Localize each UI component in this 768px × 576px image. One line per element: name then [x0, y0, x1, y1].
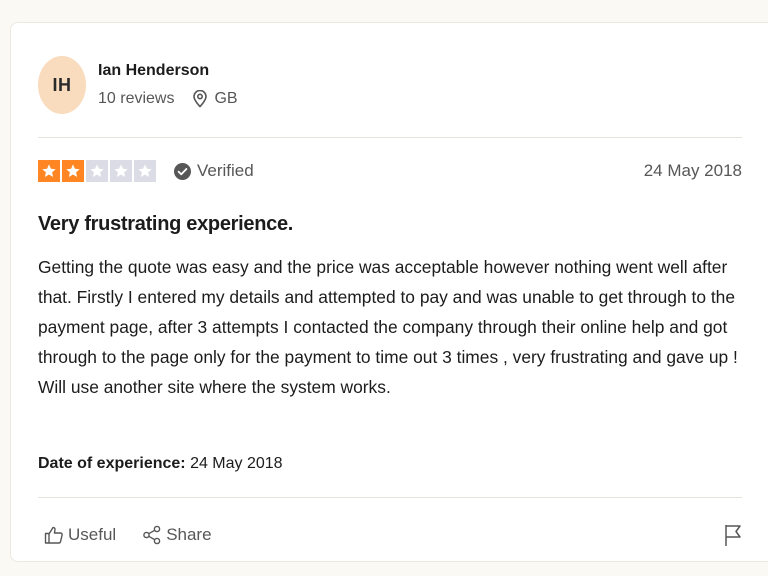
- share-icon: [142, 525, 162, 545]
- avatar[interactable]: IH: [38, 56, 86, 114]
- share-label: Share: [166, 525, 212, 544]
- location-pin-icon: [192, 90, 208, 108]
- star-rating: [38, 160, 156, 182]
- share-button[interactable]: Share: [142, 525, 212, 545]
- divider: [38, 497, 742, 498]
- review-title[interactable]: Very frustrating experience.: [38, 213, 293, 236]
- reviewer-info: Ian Henderson 10 reviews GB: [98, 62, 238, 108]
- reviewer-meta: 10 reviews GB: [98, 90, 238, 108]
- star-icon: [62, 160, 84, 182]
- review-actions: Useful Share: [44, 523, 742, 547]
- review-paragraph: Getting the quote was easy and the price…: [38, 257, 738, 367]
- review-date: 24 May 2018: [643, 161, 742, 180]
- star-icon: [38, 160, 60, 182]
- flag-icon[interactable]: [724, 523, 742, 547]
- reviews-count: 10 reviews: [98, 90, 175, 107]
- review-body: Getting the quote was easy and the price…: [38, 252, 748, 402]
- star-icon: [110, 160, 132, 182]
- useful-label: Useful: [68, 525, 117, 544]
- useful-button[interactable]: Useful: [44, 525, 116, 545]
- reviewer-name[interactable]: Ian Henderson: [98, 62, 238, 80]
- divider: [38, 137, 742, 138]
- verified-label: Verified: [197, 161, 254, 180]
- date-of-experience: Date of experience: 24 May 2018: [38, 455, 283, 473]
- thumbs-up-icon: [44, 525, 64, 545]
- rating-row: Verified 24 May 2018: [38, 160, 742, 182]
- verified-badge[interactable]: Verified: [174, 161, 254, 181]
- star-icon: [134, 160, 156, 182]
- star-icon: [86, 160, 108, 182]
- experience-date: 24 May 2018: [190, 455, 283, 472]
- reviewer-header: IH Ian Henderson 10 reviews GB: [38, 56, 238, 114]
- reviewer-country: GB: [214, 90, 238, 107]
- review-paragraph: Will use another site where the system w…: [38, 377, 391, 397]
- review-card: IH Ian Henderson 10 reviews GB Verified …: [10, 22, 768, 562]
- check-circle-icon: [174, 162, 191, 180]
- experience-label: Date of experience:: [38, 455, 186, 472]
